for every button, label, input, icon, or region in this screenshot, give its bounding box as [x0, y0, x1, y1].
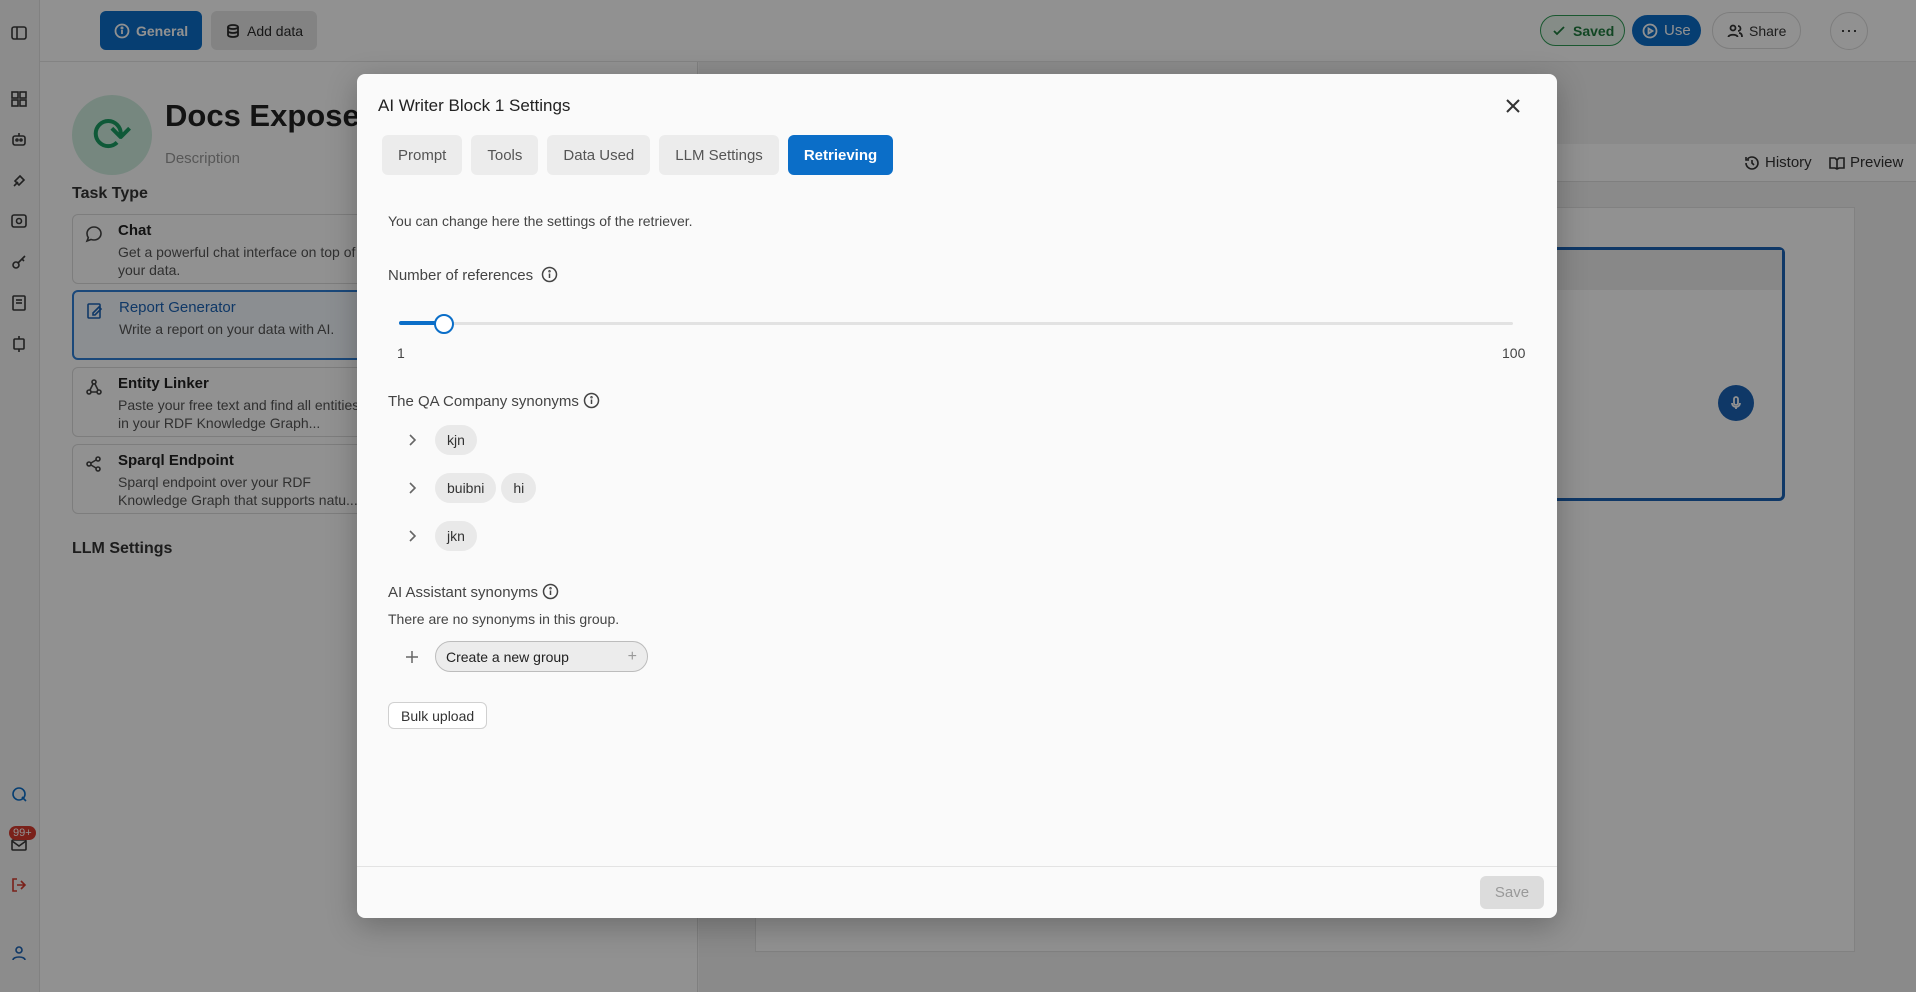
- qa-synonyms-label: The QA Company synonyms: [388, 392, 579, 410]
- synonym-chip[interactable]: buibni: [435, 473, 497, 503]
- tab-prompt[interactable]: Prompt: [382, 135, 463, 175]
- ai-synonyms-label: AI Assistant synonyms: [388, 583, 539, 601]
- modal-footer-divider: [357, 866, 1557, 867]
- synonym-group-row: jkn: [399, 521, 477, 551]
- info-icon[interactable]: [542, 583, 560, 601]
- slider-thumb[interactable]: [434, 314, 454, 334]
- retriever-intro-text: You can change here the settings of the …: [388, 213, 693, 229]
- synonym-chip[interactable]: hi: [501, 473, 537, 503]
- new-group-input[interactable]: Create a new group +: [435, 641, 648, 672]
- chevron-right-icon[interactable]: [399, 427, 425, 453]
- close-icon[interactable]: [1501, 94, 1525, 118]
- synonym-group-row: buibni hi: [399, 473, 537, 503]
- info-icon[interactable]: [583, 392, 601, 410]
- plus-icon[interactable]: [399, 644, 425, 670]
- references-label-row: Number of references: [388, 266, 559, 284]
- save-button[interactable]: Save: [1480, 876, 1544, 909]
- synonym-chip[interactable]: jkn: [435, 521, 477, 551]
- synonym-chip[interactable]: kjn: [435, 425, 477, 455]
- slider-max-label: 100: [1502, 345, 1526, 361]
- settings-tabs: Prompt Tools Data Used LLM Settings Retr…: [382, 135, 894, 175]
- tab-data-used[interactable]: Data Used: [547, 135, 651, 175]
- tab-retrieving[interactable]: Retrieving: [787, 135, 894, 175]
- references-label: Number of references: [388, 266, 534, 284]
- modal-title: AI Writer Block 1 Settings: [378, 96, 571, 115]
- slider-track: [399, 322, 1513, 325]
- references-slider[interactable]: [399, 314, 1513, 334]
- new-group-placeholder: Create a new group: [446, 648, 569, 665]
- chevron-right-icon[interactable]: [399, 475, 425, 501]
- new-group-row: Create a new group +: [399, 641, 648, 672]
- tab-llm-settings[interactable]: LLM Settings: [659, 135, 779, 175]
- tab-tools[interactable]: Tools: [471, 135, 539, 175]
- synonym-group-row: kjn: [399, 425, 477, 455]
- add-icon[interactable]: +: [628, 648, 637, 666]
- slider-min-label: 1: [397, 345, 405, 361]
- chevron-right-icon[interactable]: [399, 523, 425, 549]
- empty-synonyms-text: There are no synonyms in this group.: [388, 611, 620, 627]
- info-icon[interactable]: [541, 266, 559, 284]
- qa-synonyms-label-row: The QA Company synonyms: [388, 392, 601, 410]
- block-settings-modal: AI Writer Block 1 Settings Prompt Tools …: [357, 74, 1557, 918]
- ai-synonyms-label-row: AI Assistant synonyms: [388, 583, 560, 601]
- bulk-upload-button[interactable]: Bulk upload: [388, 702, 488, 729]
